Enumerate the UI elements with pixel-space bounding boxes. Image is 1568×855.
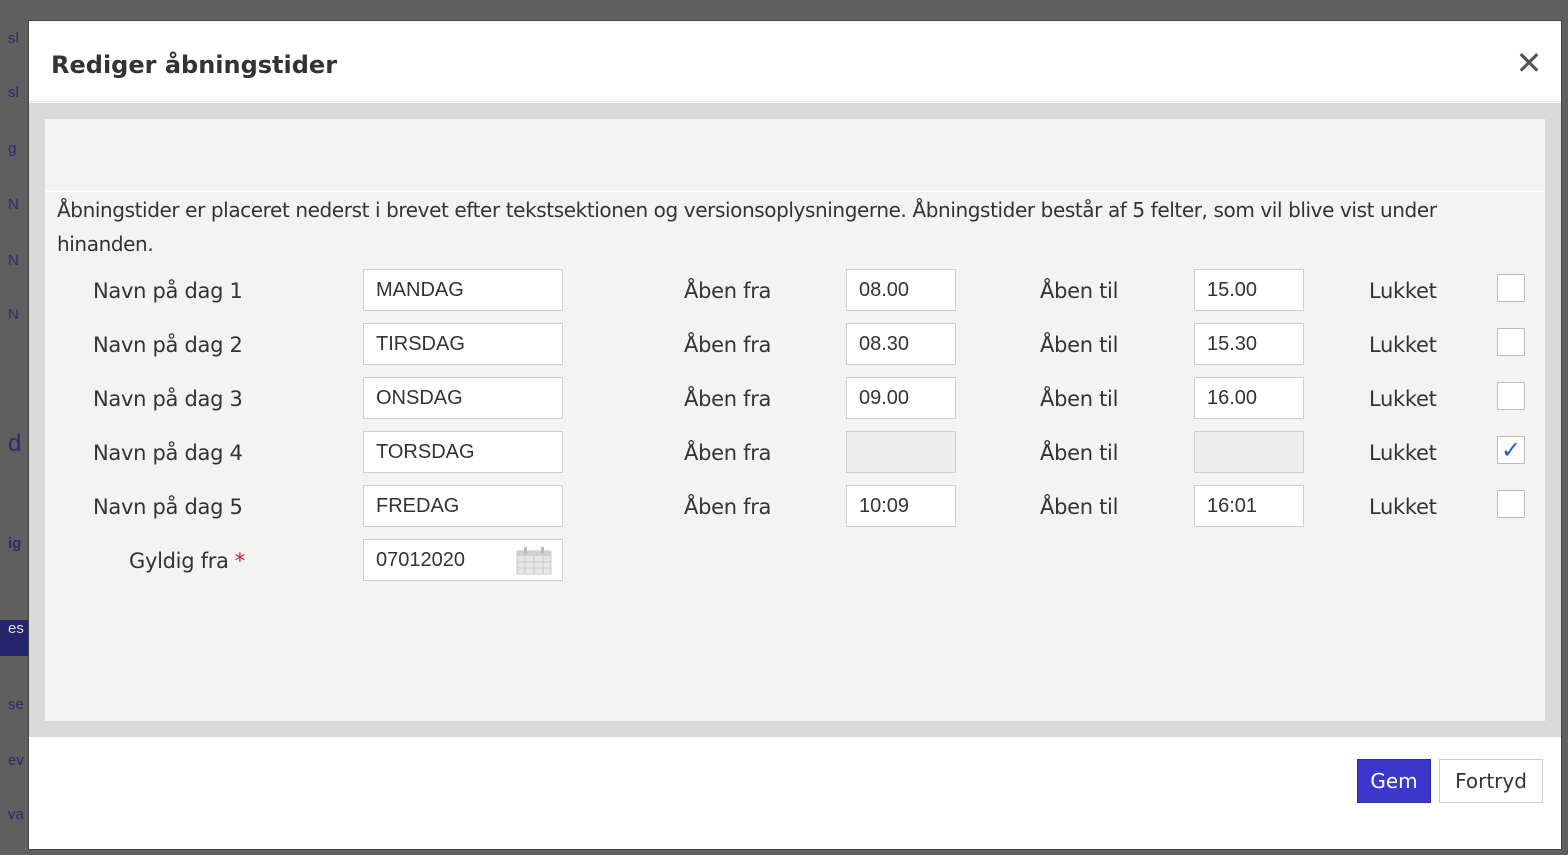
edit-opening-hours-dialog: Rediger åbningstider ✕ Åbningstider er p… (28, 20, 1562, 850)
open-from-input[interactable]: 08.30 (846, 323, 956, 365)
background-text: sl (8, 30, 19, 47)
closed-label: Lukket (1369, 441, 1437, 465)
required-marker: * (234, 549, 246, 573)
open-from-label: Åben fra (684, 333, 772, 357)
panel-header-band (45, 119, 1545, 192)
closed-checkbox[interactable] (1497, 490, 1525, 518)
valid-from-value: 07012020 (376, 549, 465, 571)
day-row-5: Navn på dag 5 FREDAG Åben fra 10:09 Åben… (45, 485, 1545, 529)
background-text: sl (8, 84, 19, 101)
day-name-input[interactable]: MANDAG (363, 269, 563, 311)
day-name-input[interactable]: TIRSDAG (363, 323, 563, 365)
day-name-input[interactable]: ONSDAG (363, 377, 563, 419)
closed-label: Lukket (1369, 387, 1437, 411)
form-panel: Åbningstider er placeret nederst i breve… (45, 119, 1545, 721)
open-to-input[interactable]: 16.00 (1194, 377, 1304, 419)
closed-checkbox[interactable] (1497, 274, 1525, 302)
closed-checkbox[interactable] (1497, 328, 1525, 356)
background-text: ig (8, 535, 22, 552)
closed-label: Lukket (1369, 495, 1437, 519)
close-icon[interactable]: ✕ (1513, 47, 1545, 79)
day-label: Navn på dag 4 (93, 441, 243, 465)
open-to-label: Åben til (1040, 333, 1119, 357)
dialog-body: Åbningstider er placeret nederst i breve… (29, 103, 1561, 737)
day-row-2: Navn på dag 2 TIRSDAG Åben fra 08.30 Åbe… (45, 323, 1545, 367)
background-text: N (8, 196, 19, 213)
dialog-footer: Gem Fortryd (29, 737, 1561, 849)
open-from-label: Åben fra (684, 387, 772, 411)
day-name-input[interactable]: TORSDAG (363, 431, 563, 473)
open-to-label: Åben til (1040, 279, 1119, 303)
background-text: g (8, 140, 17, 157)
open-from-label: Åben fra (684, 279, 772, 303)
open-to-label: Åben til (1040, 387, 1119, 411)
open-from-label: Åben fra (684, 441, 772, 465)
open-from-input (846, 431, 956, 473)
day-label: Navn på dag 2 (93, 333, 243, 357)
open-to-input[interactable]: 16:01 (1194, 485, 1304, 527)
valid-from-row: Gyldig fra * 07012020 (45, 539, 1545, 583)
closed-label: Lukket (1369, 333, 1437, 357)
day-label: Navn på dag 1 (93, 279, 243, 303)
background-text: ev (8, 752, 24, 769)
background-text: N (8, 252, 19, 269)
open-from-input[interactable]: 10:09 (846, 485, 956, 527)
background-text: va (8, 806, 24, 823)
open-to-input[interactable]: 15.00 (1194, 269, 1304, 311)
valid-from-label-text: Gyldig fra (129, 549, 229, 573)
background-text: N (8, 306, 19, 323)
day-name-input[interactable]: FREDAG (363, 485, 563, 527)
calendar-icon[interactable] (516, 547, 552, 575)
dialog-header: Rediger åbningstider ✕ (29, 21, 1561, 102)
day-row-3: Navn på dag 3 ONSDAG Åben fra 09.00 Åben… (45, 377, 1545, 421)
open-to-label: Åben til (1040, 495, 1119, 519)
description-text: Åbningstider er placeret nederst i breve… (57, 198, 1437, 256)
open-to-input (1194, 431, 1304, 473)
open-from-input[interactable]: 09.00 (846, 377, 956, 419)
save-button[interactable]: Gem (1357, 759, 1431, 803)
background-text: d (8, 430, 22, 457)
valid-from-label: Gyldig fra * (129, 539, 245, 583)
open-from-label: Åben fra (684, 495, 772, 519)
open-to-input[interactable]: 15.30 (1194, 323, 1304, 365)
closed-checkbox[interactable]: ✓ (1497, 436, 1525, 464)
valid-from-date-input[interactable]: 07012020 (363, 539, 563, 581)
closed-label: Lukket (1369, 279, 1437, 303)
day-row-1: Navn på dag 1 MANDAG Åben fra 08.00 Åben… (45, 269, 1545, 313)
open-from-input[interactable]: 08.00 (846, 269, 956, 311)
background-text: es (0, 620, 28, 656)
dialog-title: Rediger åbningstider (51, 51, 338, 79)
open-to-label: Åben til (1040, 441, 1119, 465)
background-text: se (8, 696, 24, 713)
closed-checkbox[interactable] (1497, 382, 1525, 410)
day-row-4: Navn på dag 4 TORSDAG Åben fra Åben til … (45, 431, 1545, 475)
day-label: Navn på dag 3 (93, 387, 243, 411)
day-label: Navn på dag 5 (93, 495, 243, 519)
cancel-button[interactable]: Fortryd (1439, 759, 1543, 803)
